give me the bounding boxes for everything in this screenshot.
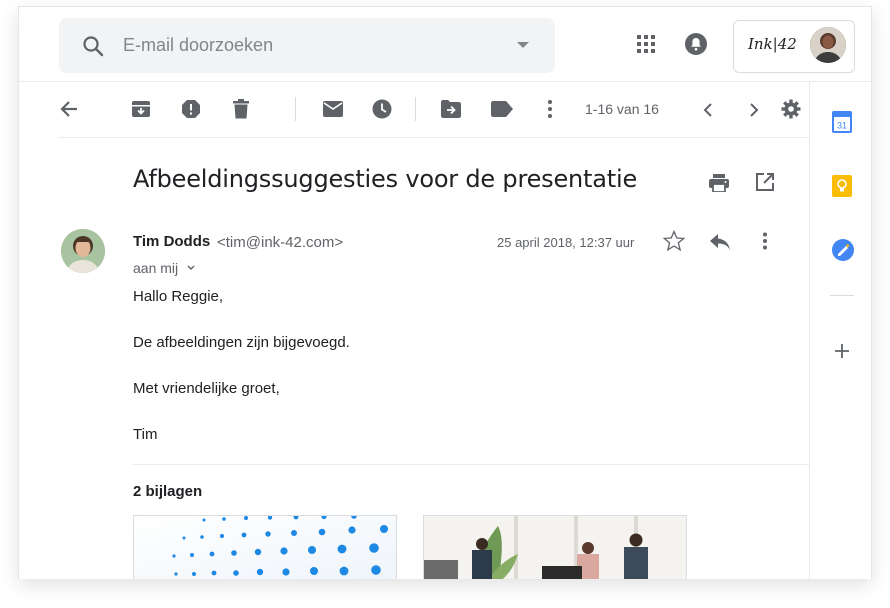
attachment-thumbnail[interactable] <box>133 515 397 579</box>
body-signature: Tim <box>133 426 158 443</box>
attachments-title: 2 bijlagen <box>133 483 203 500</box>
print-icon[interactable] <box>709 174 729 197</box>
open-new-window-icon[interactable] <box>756 173 774 196</box>
chevron-right-icon[interactable] <box>749 103 759 122</box>
side-panel: 31 <box>809 81 871 579</box>
keep-icon[interactable] <box>832 175 852 202</box>
report-spam-icon[interactable] <box>181 99 201 124</box>
brand-logo: Ink|42 <box>748 35 797 53</box>
body-text: De afbeeldingen zijn bijgevoegd. <box>133 334 350 351</box>
apps-grid-icon[interactable] <box>636 34 656 59</box>
search-input[interactable]: E-mail doorzoeken <box>123 35 273 56</box>
recipient-details[interactable]: aan mij <box>133 258 195 276</box>
recipient-label: aan mij <box>133 260 179 276</box>
message-toolbar: 1-16 van 16 <box>59 81 809 138</box>
reply-icon[interactable] <box>710 234 730 255</box>
mark-unread-icon[interactable] <box>323 101 343 122</box>
chevron-left-icon[interactable] <box>703 103 713 122</box>
attachments-divider <box>133 464 809 465</box>
more-vert-icon[interactable] <box>547 99 553 124</box>
calendar-icon[interactable]: 31 <box>832 111 852 138</box>
archive-icon[interactable] <box>131 99 151 124</box>
tasks-icon[interactable] <box>832 239 854 266</box>
body-greeting: Hallo Reggie, <box>133 288 224 305</box>
more-vert-icon[interactable] <box>762 232 768 255</box>
gmail-window: E-mail doorzoeken Ink|42 1-16 van 16 31 … <box>18 6 872 579</box>
move-to-icon[interactable] <box>441 100 461 123</box>
settings-icon[interactable] <box>781 99 801 124</box>
top-header: E-mail doorzoeken Ink|42 <box>19 7 871 82</box>
star-icon[interactable] <box>662 229 686 257</box>
avatar[interactable] <box>810 27 846 63</box>
message-datetime: 25 april 2018, 12:37 uur <box>497 235 635 250</box>
sender-email: <tim@ink-42.com> <box>217 234 344 251</box>
sender-name[interactable]: Tim Dodds <box>133 233 210 250</box>
search-bar[interactable]: E-mail doorzoeken <box>59 18 555 73</box>
label-icon[interactable] <box>491 101 513 122</box>
delete-icon[interactable] <box>232 99 250 124</box>
notifications-icon[interactable] <box>684 32 708 61</box>
body-closing: Met vriendelijke groet, <box>133 380 280 397</box>
email-subject: Afbeeldingssuggesties voor de presentati… <box>133 165 638 193</box>
toolbar-divider <box>415 97 416 121</box>
svg-text:31: 31 <box>837 121 847 131</box>
add-icon[interactable] <box>834 343 850 364</box>
search-options-caret-icon[interactable] <box>517 42 529 48</box>
back-arrow-icon[interactable] <box>59 99 79 124</box>
account-switcher[interactable]: Ink|42 <box>733 20 855 73</box>
snooze-icon[interactable] <box>372 99 392 124</box>
chevron-down-icon[interactable] <box>187 258 195 274</box>
side-panel-divider <box>830 295 854 296</box>
pagination-label: 1-16 van 16 <box>585 101 659 117</box>
search-icon[interactable] <box>81 34 105 63</box>
attachment-thumbnail[interactable] <box>423 515 687 579</box>
toolbar-divider <box>295 97 296 121</box>
sender-avatar[interactable] <box>61 229 105 273</box>
